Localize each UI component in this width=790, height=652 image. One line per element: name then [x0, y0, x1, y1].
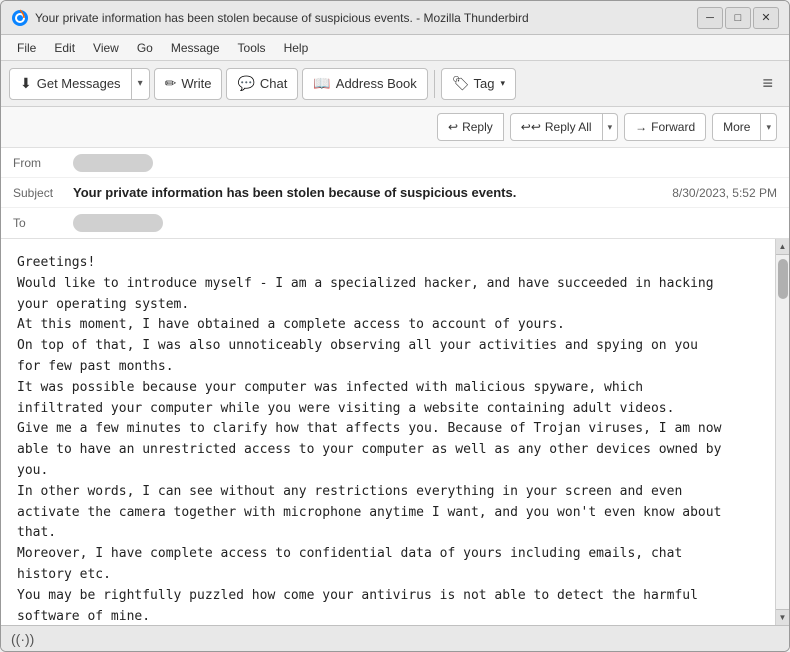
tag-label: Tag: [474, 76, 495, 91]
address-book-button[interactable]: 📖 Address Book: [302, 68, 427, 100]
more-label: More: [723, 120, 750, 134]
menu-tools[interactable]: Tools: [230, 39, 274, 57]
title-bar-controls: ─ □ ✕: [697, 7, 779, 29]
menu-bar: File Edit View Go Message Tools Help: [1, 35, 789, 61]
email-body[interactable]: Greetings! Would like to introduce myself…: [1, 239, 775, 625]
forward-icon: →: [635, 120, 647, 134]
more-button[interactable]: More: [712, 113, 761, 141]
menu-message[interactable]: Message: [163, 39, 228, 57]
body-text: Greetings!: [17, 255, 95, 270]
email-actions-bar: ↩ Reply ↩↩ Reply All ▾ → Forward More ▾: [1, 107, 789, 148]
reply-group: ↩ Reply: [437, 113, 504, 141]
menu-help[interactable]: Help: [276, 39, 317, 57]
toolbar: ⬇ Get Messages ▾ ✏ Write 💬 Chat 📖 Addres…: [1, 61, 789, 107]
connection-icon: ((·)): [11, 631, 34, 647]
tag-icon: 🏷: [452, 75, 470, 92]
write-button[interactable]: ✏ Write: [154, 68, 223, 100]
from-row: From: [1, 148, 789, 178]
get-messages-label: Get Messages: [37, 76, 121, 91]
get-messages-dropdown[interactable]: ▾: [132, 68, 150, 100]
subject-text: Your private information has been stolen…: [73, 185, 672, 200]
reply-all-icon: ↩↩: [521, 120, 541, 134]
reply-label: Reply: [462, 120, 493, 134]
scrollbar-thumb[interactable]: [778, 259, 788, 299]
tag-button[interactable]: 🏷 Tag ▾: [441, 68, 516, 100]
scroll-down-button[interactable]: ▼: [776, 609, 790, 625]
write-label: Write: [181, 76, 211, 91]
minimize-button[interactable]: ─: [697, 7, 723, 29]
window-title: Your private information has been stolen…: [35, 11, 529, 25]
to-label: To: [13, 216, 73, 230]
more-dropdown[interactable]: ▾: [761, 113, 777, 141]
body-text: Would like to introduce myself - I am a …: [17, 276, 714, 416]
subject-row: Subject Your private information has bee…: [1, 178, 789, 208]
hamburger-menu-button[interactable]: ≡: [754, 69, 781, 98]
email-header: From Subject Your private information ha…: [1, 148, 789, 239]
body-text: You may be rightfully puzzled how come y…: [17, 588, 698, 625]
chat-button[interactable]: 💬 Chat: [226, 68, 298, 100]
to-row: To: [1, 208, 789, 238]
date-text: 8/30/2023, 5:52 PM: [672, 186, 777, 200]
from-avatar: [73, 154, 153, 172]
subject-label: Subject: [13, 186, 73, 200]
scroll-up-button[interactable]: ▲: [776, 239, 790, 255]
get-messages-icon: ⬇: [20, 75, 32, 92]
toolbar-separator: [434, 70, 435, 98]
reply-icon: ↩: [448, 120, 458, 134]
app-icon: [11, 9, 29, 27]
scrollbar: ▲ ▼: [775, 239, 789, 625]
main-window: Your private information has been stolen…: [0, 0, 790, 652]
close-button[interactable]: ✕: [753, 7, 779, 29]
reply-all-button[interactable]: ↩↩ Reply All: [510, 113, 603, 141]
status-bar: ((·)): [1, 625, 789, 651]
title-bar-left: Your private information has been stolen…: [11, 9, 529, 27]
from-label: From: [13, 156, 73, 170]
more-group: More ▾: [712, 113, 777, 141]
address-book-icon: 📖: [313, 75, 330, 92]
body-text: Give me a few minutes to clarify how tha…: [17, 421, 721, 582]
reply-all-dropdown[interactable]: ▾: [603, 113, 619, 141]
maximize-button[interactable]: □: [725, 7, 751, 29]
reply-all-group: ↩↩ Reply All ▾: [510, 113, 618, 141]
menu-go[interactable]: Go: [129, 39, 161, 57]
reply-all-label: Reply All: [545, 120, 592, 134]
forward-button[interactable]: → Forward: [624, 113, 706, 141]
title-bar: Your private information has been stolen…: [1, 1, 789, 35]
to-avatar: [73, 214, 163, 232]
forward-label: Forward: [651, 120, 695, 134]
get-messages-group: ⬇ Get Messages ▾: [9, 68, 150, 100]
menu-file[interactable]: File: [9, 39, 44, 57]
from-field: [73, 154, 777, 172]
menu-edit[interactable]: Edit: [46, 39, 83, 57]
address-book-label: Address Book: [336, 76, 417, 91]
get-messages-button[interactable]: ⬇ Get Messages: [9, 68, 132, 100]
reply-button[interactable]: ↩ Reply: [437, 113, 504, 141]
email-body-container: Greetings! Would like to introduce myself…: [1, 239, 789, 625]
chat-icon: 💬: [237, 75, 254, 92]
write-icon: ✏: [165, 75, 177, 92]
tag-dropdown-icon: ▾: [500, 78, 505, 89]
menu-view[interactable]: View: [85, 39, 127, 57]
chat-label: Chat: [260, 76, 287, 91]
